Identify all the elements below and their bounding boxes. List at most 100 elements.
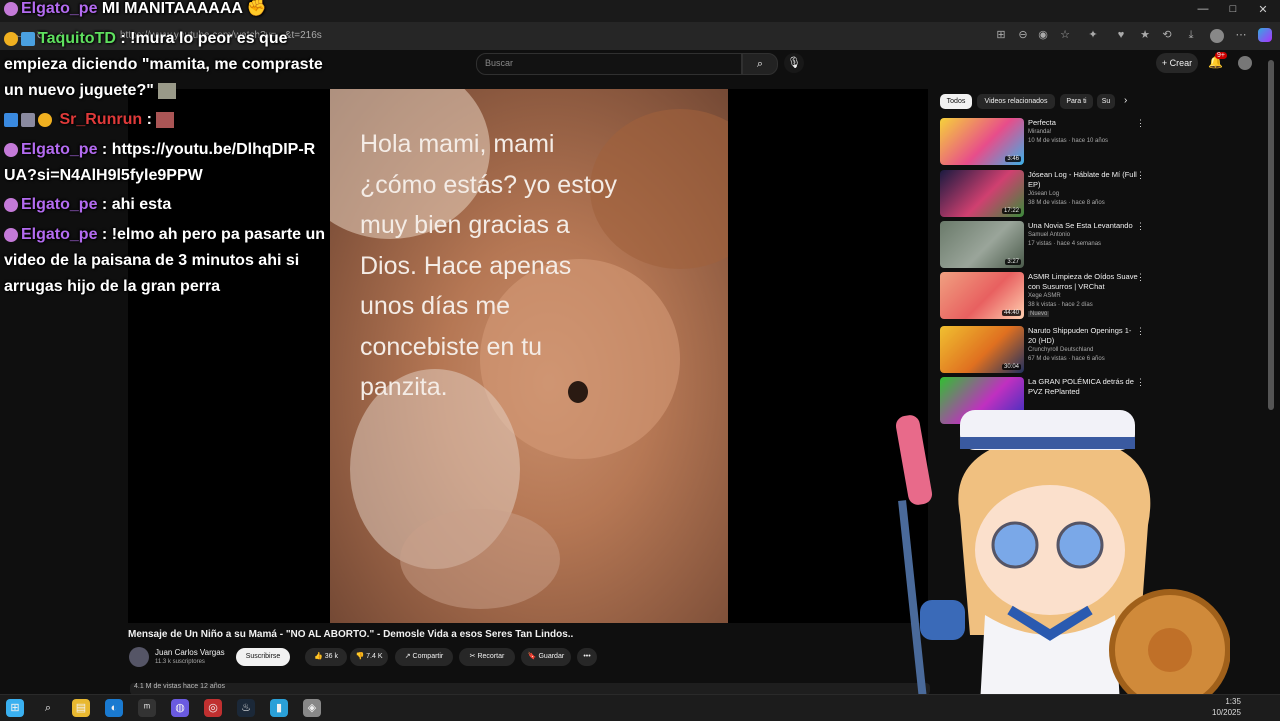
caption-line: unos días me [360,292,511,320]
thumbs-down-icon: 👎 [355,653,367,660]
recommended-title[interactable]: Naruto Shippuden Openings 1-20 (HD) [1028,326,1138,345]
caption-line: concebiste en tu [360,332,543,361]
recommended-channel[interactable]: Jósean Log [1028,191,1059,197]
chat-username: Sr_Runrun [59,111,143,128]
steam-icon[interactable]: ♨ [237,699,255,717]
kebab-menu-icon[interactable]: ⋮ [1136,170,1145,181]
windows-start-icon[interactable]: ⊞ [6,699,24,717]
recommended-channel[interactable]: Xege ASMR [1028,293,1061,299]
chip-para-ti[interactable]: Para ti [1060,94,1093,109]
save-button[interactable]: 🔖 Guardar [521,648,571,666]
search-input[interactable]: Buscar [476,53,742,75]
kebab-menu-icon[interactable]: ⋮ [1136,326,1145,337]
history-icon[interactable]: ⟲ [1160,28,1174,42]
chat-message: Elgato_pe MI MANITAAAAAA ✊ [4,0,267,22]
windows-taskbar: ⊞ ⌕ ▤ ◐ ᵐ ◍ ◎ ♨ ▮ ◈ 1:35 10/2025 [0,694,1280,721]
video-thumbnail[interactable]: 17:22 [940,170,1024,217]
kebab-menu-icon[interactable]: ⋮ [1136,118,1145,129]
video-duration: 3:27 [1005,259,1021,265]
search-placeholder: Buscar [485,58,514,68]
file-explorer-icon[interactable]: ▤ [72,699,90,717]
prime-badge-icon [4,112,18,127]
recommended-video[interactable]: 3:46 Perfecta Miranda! 10 M de vistas · hac… [940,118,1145,166]
like-button[interactable]: 👍 36 k [305,648,347,666]
recommended-title[interactable]: Jósean Log - Háblate de Mí (Full EP) [1028,170,1138,189]
obs-icon[interactable]: ◎ [204,699,222,717]
minimize-button[interactable]: — [1188,3,1218,15]
performance-icon[interactable]: ♥ [1114,28,1128,42]
channel-avatar[interactable] [129,647,149,667]
system-clock[interactable]: 1:35 10/2025 [1212,696,1241,718]
maximize-button[interactable]: □ [1218,3,1248,15]
close-button[interactable]: ✕ [1248,3,1278,16]
kebab-menu-icon[interactable]: ⋮ [1136,221,1145,232]
chip-more[interactable]: Su [1097,94,1115,109]
kebab-menu-icon[interactable]: ⋮ [1136,272,1145,283]
favorite-star-icon[interactable]: ☆ [1058,28,1072,42]
video-thumbnail[interactable]: 44:40 [940,272,1024,319]
thumbs-up-icon: 👍 [314,653,325,660]
tracking-icon[interactable]: ◉ [1036,28,1050,42]
create-button[interactable]: + Crear [1156,53,1198,73]
recommended-meta: 38 M de vistas · hace 8 años [1028,200,1105,206]
page-scrollbar[interactable] [1268,60,1274,410]
search-icon: ⌕ [756,58,764,70]
recommended-title[interactable]: Una Novia Se Esta Levantando [1028,221,1138,231]
kebab-menu-icon[interactable]: ⋮ [1136,377,1145,388]
channel-subscribers: 11.3 k suscriptores [155,659,205,665]
recommended-meta: 67 M de vistas · hace 6 años [1028,356,1105,362]
recommended-meta: 10 M de vistas · hace 10 años [1028,138,1109,144]
caption-line: Hola mami, mami [360,130,555,158]
app-icon[interactable]: ◈ [303,699,321,717]
share-button[interactable]: ↗ Compartir [395,648,453,666]
mic-button[interactable]: 🎙 [784,53,804,73]
caption-line: Dios. Hace apenas [360,251,572,280]
recommended-channel[interactable]: Crunchyroll Deutschland [1028,347,1093,353]
cat-badge-icon [4,227,18,242]
recommended-video[interactable]: 3:27 Una Novia Se Esta Levantando Samuel A… [940,221,1145,269]
chat-message: Elgato_pe : ahi esta [4,192,171,218]
chat-message: Elgato_pe : !elmo ah pero pa pasarte un … [4,222,334,300]
clock-date: 10/2025 [1212,708,1241,717]
profile-avatar[interactable] [1210,29,1224,43]
more-actions-button[interactable]: ••• [577,648,597,666]
recommended-video[interactable]: 44:40 ASMR Limpieza de Oídos Suave con Su… [940,272,1145,320]
video-thumbnail[interactable]: 30:04 [940,326,1024,373]
stream-chat-overlay: Elgato_pe MI MANITAAAAAA ✊ TaquitoTD : !… [0,0,335,300]
dislike-button[interactable]: 👎 7.4 K [350,648,388,666]
user-avatar[interactable] [1238,56,1252,70]
recommended-channel[interactable]: Miranda! [1028,129,1051,135]
menu-dots-icon[interactable]: ⋯ [1234,28,1248,42]
app-available-icon[interactable]: ⊞ [994,28,1008,42]
zoom-icon[interactable]: ⊖ [1016,28,1030,42]
edge-browser-icon[interactable]: ◐ [105,699,123,717]
app-icon[interactable]: ᵐ [138,699,156,717]
favorites-icon[interactable]: ★ [1138,28,1152,42]
chip-todos[interactable]: Todos [940,94,972,109]
extensions-icon[interactable]: ✦ [1086,28,1100,42]
like-count: 36 k [324,653,338,660]
subscribe-button[interactable]: Suscribirse [236,648,290,666]
clip-label: Recortar [477,653,505,660]
recommended-channel[interactable]: Samuel Antonio [1028,232,1070,238]
recommended-video[interactable]: 30:04 Naruto Shippuden Openings 1-20 (HD)… [940,326,1145,374]
video-caption: Hola mami, mami ¿cómo estás? yo estoy mu… [360,124,690,408]
discord-icon[interactable]: ◍ [171,699,189,717]
video-duration: 17:22 [1001,208,1021,214]
recommended-video[interactable]: 17:22 Jósean Log - Háblate de Mí (Full EP… [940,170,1145,218]
downloads-icon[interactable]: ⤓ [1184,28,1198,42]
share-label: Compartir [412,653,444,660]
search-button[interactable]: ⌕ [742,53,778,75]
channel-name[interactable]: Juan Carlos Vargas [155,648,225,657]
video-thumbnail[interactable]: 3:27 [940,221,1024,268]
search-icon[interactable]: ⌕ [39,699,57,717]
copilot-icon[interactable] [1258,28,1272,42]
chip-videos-relacionados[interactable]: Videos relacionados [977,94,1055,109]
recommended-title[interactable]: La GRAN POLÉMICA detrás de PVZ RePlanted [1028,377,1138,396]
chevron-right-icon[interactable]: › [1124,95,1127,106]
video-thumbnail[interactable]: 3:46 [940,118,1024,165]
recommended-title[interactable]: Perfecta [1028,118,1138,128]
recommended-title[interactable]: ASMR Limpieza de Oídos Suave con Susurro… [1028,272,1138,291]
app-icon[interactable]: ▮ [270,699,288,717]
clip-button[interactable]: ✂ Recortar [459,648,515,666]
